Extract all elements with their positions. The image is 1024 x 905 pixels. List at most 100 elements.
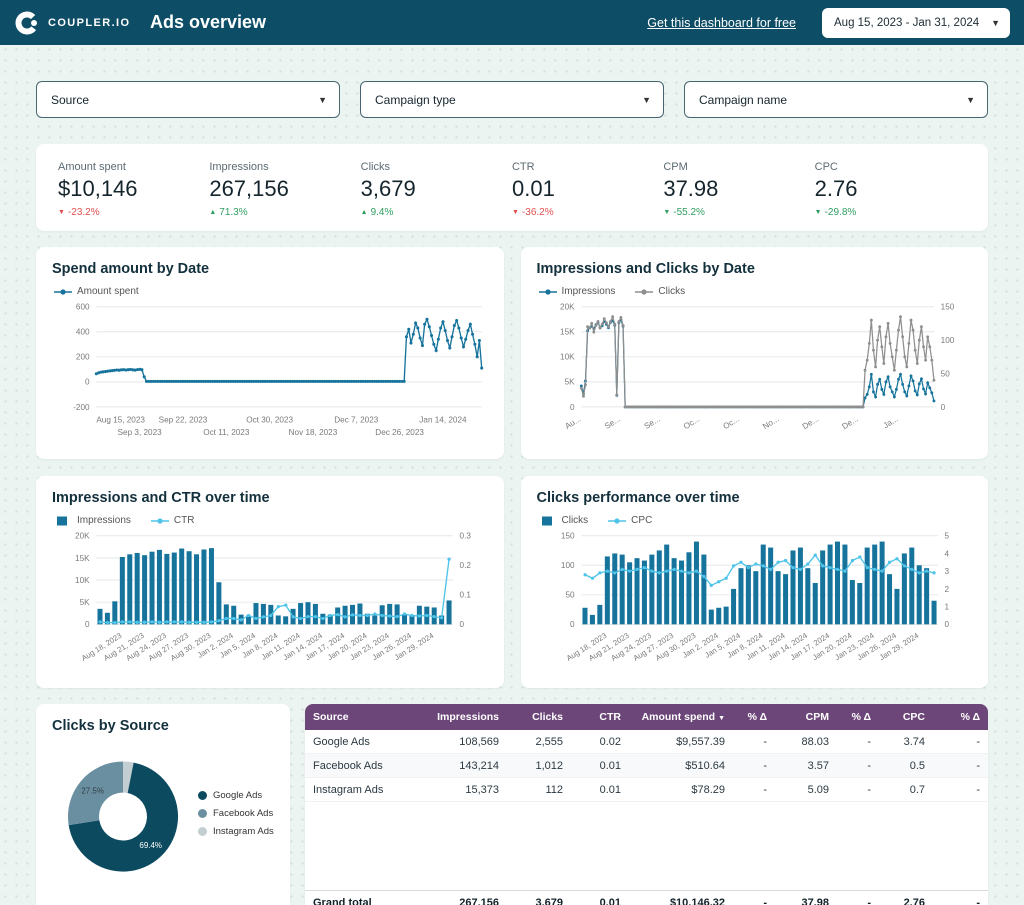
- svg-text:100: 100: [940, 336, 954, 345]
- kpi-scorecards: Amount spent $10,146 ▼ -23.2% Impressions 267…: [36, 144, 988, 231]
- kpi-delta-value: -29.8%: [824, 207, 857, 218]
- table-cell: 2.76: [879, 890, 933, 905]
- svg-text:Se...: Se...: [642, 414, 661, 431]
- svg-text:-200: -200: [73, 403, 90, 412]
- column-header-[interactable]: % Δ: [733, 704, 775, 731]
- column-header-source[interactable]: Source: [305, 704, 405, 731]
- svg-text:5K: 5K: [80, 598, 91, 607]
- get-dashboard-link[interactable]: Get this dashboard for free: [647, 16, 796, 30]
- chevron-down-icon: ▼: [966, 94, 975, 105]
- legend-instagram-ads: Instagram Ads: [198, 826, 274, 837]
- kpi-value: 267,156: [209, 176, 289, 201]
- charts-grid: Spend amount by Date Amount spent -200 0 2…: [0, 247, 1024, 689]
- legend-square-icon: [57, 516, 67, 526]
- svg-text:Nov 18, 2023: Nov 18, 2023: [289, 428, 338, 437]
- column-header-impressions[interactable]: Impressions: [405, 704, 507, 731]
- kpi-delta-value: -55.2%: [673, 207, 705, 218]
- kpi-label: CPM: [663, 161, 688, 173]
- table-row: Instagram Ads 15,373 112 0.01 $78.29-5.09-0.…: [305, 777, 988, 803]
- legend-label: Instagram Ads: [213, 825, 274, 837]
- svg-text:0.1: 0.1: [460, 591, 472, 600]
- svg-text:0: 0: [460, 620, 465, 629]
- coupler-logo-icon: [15, 11, 39, 34]
- column-header-amount-spend[interactable]: Amount spend ▼: [629, 704, 733, 731]
- legend-cpc: CPC: [608, 515, 652, 526]
- kpi-value: 37.98: [663, 176, 719, 201]
- svg-text:Se...: Se...: [603, 414, 622, 431]
- svg-text:69.4%: 69.4%: [139, 841, 162, 850]
- table-cell: 143,214: [405, 753, 507, 779]
- arrow-down-icon: ▼: [814, 209, 822, 216]
- filter-label: Campaign type: [375, 92, 456, 107]
- sort-desc-icon: ▼: [718, 715, 725, 723]
- table-cell: -: [837, 890, 879, 905]
- svg-text:Aug 15, 2023: Aug 15, 2023: [96, 415, 145, 424]
- table-cell: 3.57: [775, 753, 837, 779]
- column-header-cpm[interactable]: CPM: [775, 704, 837, 731]
- column-header-cpc[interactable]: CPC: [879, 704, 933, 731]
- table-cell: -: [733, 753, 775, 779]
- chart-title: Clicks by Source: [52, 718, 169, 735]
- kpi-value: 2.76: [814, 176, 858, 201]
- grand-total-row: Grand total 267,156 3,679 0.01 $10,146.32-37…: [305, 890, 988, 905]
- svg-text:Oc...: Oc...: [681, 414, 700, 431]
- column-header-ctr[interactable]: CTR: [571, 704, 629, 731]
- kpi-amount-spent: Amount spent $10,146 ▼ -23.2%: [58, 161, 209, 218]
- kpi-delta: ▼ -29.8%: [815, 207, 966, 218]
- svg-text:27.5%: 27.5%: [81, 786, 104, 795]
- table-cell: -: [837, 753, 879, 779]
- svg-text:20K: 20K: [560, 303, 575, 312]
- app-header: COUPLER.IO Ads overview Get this dashboa…: [0, 0, 1024, 45]
- chart-legend: Amount spent: [52, 286, 488, 297]
- table-spacer: [305, 802, 988, 890]
- svg-text:Oc...: Oc...: [721, 414, 740, 431]
- kpi-delta-value: -23.2%: [67, 207, 100, 218]
- legend-line-icon: [150, 517, 169, 524]
- svg-text:600: 600: [76, 303, 90, 312]
- filter-bar: Source ▼ Campaign type ▼ Campaign name ▼: [0, 81, 1024, 118]
- arrow-up-icon: ▲: [209, 209, 217, 216]
- chart-title: Impressions and Clicks by Date: [536, 261, 755, 277]
- kpi-delta: ▼ -36.2%: [512, 207, 663, 218]
- clicks-performance-chart: 050100150012345Aug 18, 2023Aug 21, 2023A…: [560, 532, 949, 663]
- column-header-[interactable]: % Δ: [933, 704, 988, 731]
- svg-text:5K: 5K: [564, 378, 575, 387]
- column-header-clicks[interactable]: Clicks: [507, 704, 571, 731]
- svg-text:Sep 3, 2023: Sep 3, 2023: [118, 428, 163, 437]
- legend-impressions: Impressions: [538, 286, 615, 297]
- brand: COUPLER.IO: [14, 10, 132, 36]
- chevron-down-icon: ▼: [318, 94, 327, 105]
- filter-source[interactable]: Source ▼: [36, 81, 340, 118]
- svg-text:0: 0: [944, 620, 949, 629]
- svg-text:10K: 10K: [560, 353, 575, 362]
- kpi-label: CTR: [511, 161, 535, 173]
- svg-text:0.3: 0.3: [460, 532, 472, 541]
- kpi-delta: ▼ -23.2%: [58, 207, 209, 218]
- svg-text:1: 1: [944, 603, 949, 612]
- filter-campaign-name[interactable]: Campaign name ▼: [684, 81, 988, 118]
- filter-campaign-type[interactable]: Campaign type ▼: [360, 81, 664, 118]
- column-header-[interactable]: % Δ: [837, 704, 879, 731]
- svg-text:20K: 20K: [75, 532, 90, 541]
- table-cell: 15,373: [405, 777, 507, 803]
- brand-name: COUPLER.IO: [48, 16, 131, 29]
- table-cell: -: [933, 753, 988, 779]
- filter-label: Campaign name: [699, 92, 788, 107]
- svg-text:Jan 14, 2024: Jan 14, 2024: [419, 415, 467, 424]
- svg-text:0: 0: [570, 620, 575, 629]
- svg-text:50: 50: [565, 591, 575, 600]
- legend-clicks: Clicks: [635, 286, 685, 297]
- svg-text:Oct 11, 2023: Oct 11, 2023: [203, 428, 250, 437]
- filter-label: Source: [51, 92, 90, 107]
- table-cell: Instagram Ads: [305, 777, 405, 803]
- kpi-delta-value: 9.4%: [370, 207, 394, 218]
- table-cell: 112: [507, 777, 571, 803]
- spend-by-date-card: Spend amount by Date Amount spent -200 0 2…: [36, 247, 504, 460]
- clicks-by-source-donut: 69.4% 27.5%: [67, 761, 179, 872]
- svg-text:2: 2: [944, 585, 949, 594]
- svg-text:Oct 30, 2023: Oct 30, 2023: [246, 415, 293, 424]
- date-range-picker[interactable]: Aug 15, 2023 - Jan 31, 2024 ▼: [822, 7, 1010, 38]
- kpi-label: Impressions: [209, 161, 269, 173]
- table-cell: Facebook Ads: [305, 753, 405, 779]
- kpi-value: 3,679: [360, 176, 416, 201]
